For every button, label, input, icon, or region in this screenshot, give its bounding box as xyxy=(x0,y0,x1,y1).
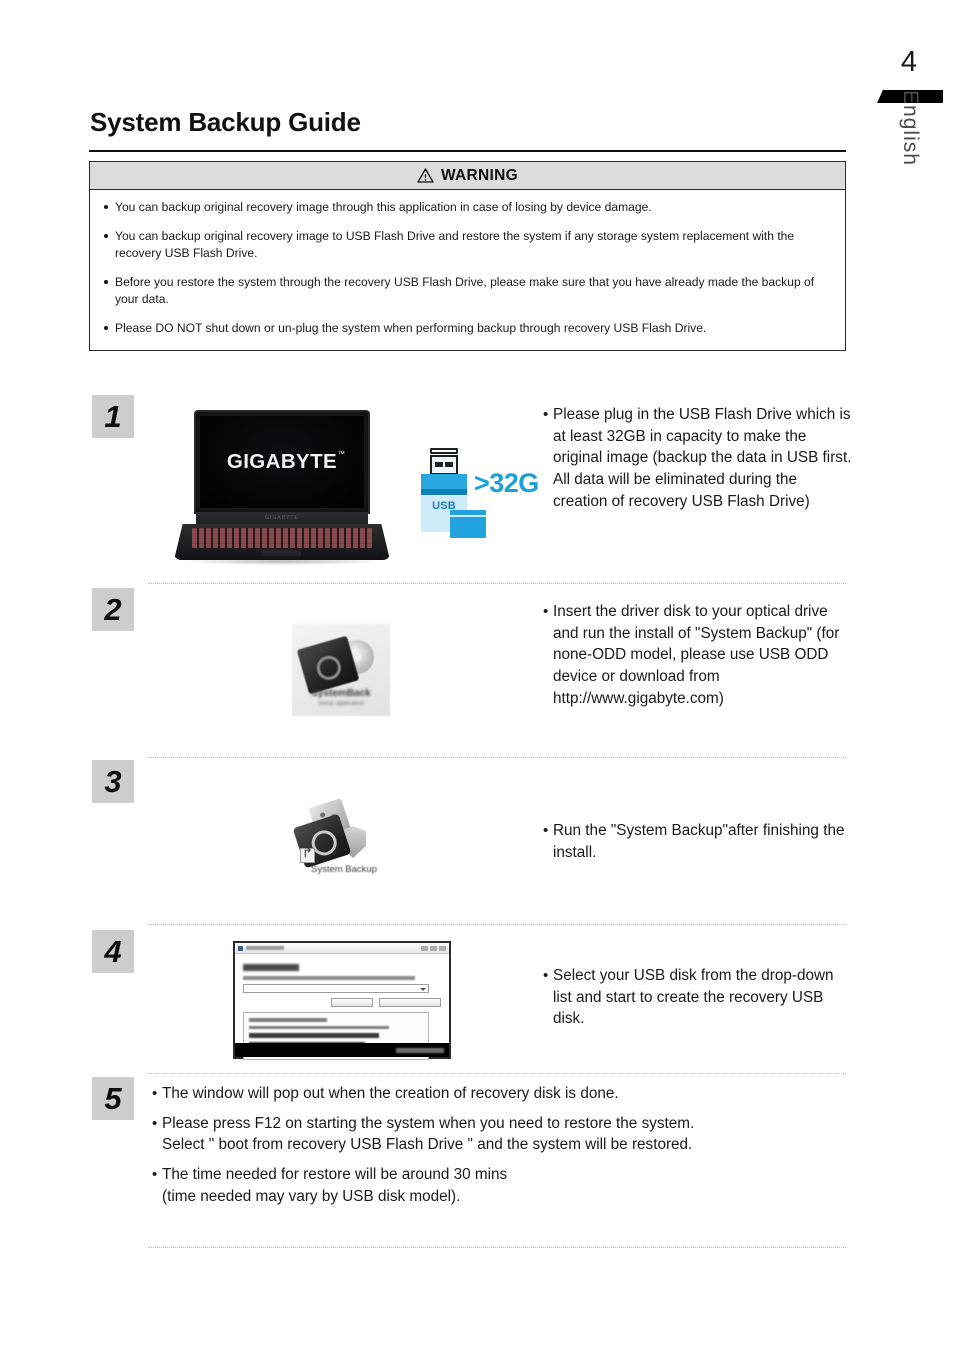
info-line xyxy=(249,1025,389,1029)
usb-connector-icon xyxy=(430,455,458,475)
app-window-titlebar xyxy=(235,943,449,954)
warning-item: You can backup original recovery image t… xyxy=(104,199,831,217)
info-line xyxy=(249,1018,327,1022)
info-line xyxy=(249,1033,379,1038)
page-title: System Backup Guide xyxy=(90,107,361,137)
step-4-bullet-text: Select your USB disk from the drop-down … xyxy=(553,967,834,1028)
bullet-icon: • xyxy=(152,1085,158,1102)
laptop-touchpad xyxy=(261,550,301,556)
usb-secondary-card xyxy=(450,510,486,538)
app-button-row xyxy=(243,998,441,1007)
language-tab-label: English xyxy=(899,90,922,166)
step-2-text: • Insert the driver disk to your optical… xyxy=(543,601,855,710)
app-heading-placeholder xyxy=(243,964,299,971)
bullet-row: • The window will pop out when the creat… xyxy=(152,1083,852,1105)
step-divider xyxy=(148,924,846,925)
step-3-text: • Run the "System Backup"after finishing… xyxy=(543,820,855,863)
laptop-lid: GIGABYTE ™ xyxy=(194,410,370,514)
system-backup-shortcut-icon: System Backup xyxy=(290,798,398,884)
warning-item: You can backup original recovery image t… xyxy=(104,228,831,263)
step-1-text: • Please plug in the USB Flash Drive whi… xyxy=(543,404,855,513)
step-divider xyxy=(148,583,846,584)
step-number-2: 2 xyxy=(92,588,134,631)
bullet-row: • Insert the driver disk to your optical… xyxy=(543,601,855,710)
usb-capacity-label: >32G xyxy=(474,468,539,498)
step-5-bullet-text: The window will pop out when the creatio… xyxy=(162,1085,619,1102)
warning-item-text: Please DO NOT shut down or un-plug the s… xyxy=(115,320,707,335)
bullet-icon: • xyxy=(152,1166,158,1184)
step-divider-bottom xyxy=(148,1247,846,1248)
app-icon xyxy=(238,945,243,951)
warning-header: WARNING xyxy=(90,162,845,190)
window-controls xyxy=(421,945,446,951)
usb-flash-drive-illustration: USB >32G xyxy=(412,448,539,538)
step-5-text: • The window will pop out when the creat… xyxy=(152,1083,852,1208)
warning-item: Please DO NOT shut down or un-plug the s… xyxy=(104,320,831,338)
bullet-row: • Select your USB disk from the drop-dow… xyxy=(543,965,855,1030)
bullet-icon xyxy=(104,320,115,330)
step-3-bullet-text: Run the "System Backup"after finishing t… xyxy=(553,822,845,861)
bullet-row: • Run the "System Backup"after finishing… xyxy=(543,820,855,863)
warning-heading-label: WARNING xyxy=(440,166,518,184)
app-secondary-button[interactable] xyxy=(331,998,373,1007)
warning-item: Before you restore the system through th… xyxy=(104,274,831,309)
laptop-illustration: GIGABYTE ™ GIGABYTE xyxy=(166,404,398,570)
step-1-bullet-text: Please plug in the USB Flash Drive which… xyxy=(553,406,852,510)
laptop-keyboard xyxy=(192,528,372,548)
warning-item-text: Before you restore the system through th… xyxy=(115,274,815,307)
usb-connector-cap xyxy=(430,448,458,454)
bullet-row: • Please plug in the USB Flash Drive whi… xyxy=(543,404,855,513)
app-status-bar xyxy=(235,1043,449,1057)
gigabyte-logo-text: GIGABYTE xyxy=(226,450,338,473)
app-subtext-placeholder xyxy=(243,976,415,980)
title-divider xyxy=(89,150,846,152)
system-backup-app-window-thumbnail xyxy=(233,941,451,1060)
page-marker: 4 English xyxy=(874,46,954,306)
bullet-icon: • xyxy=(543,603,549,620)
warning-box: WARNING You can backup original recovery… xyxy=(89,161,846,352)
usb-collar xyxy=(421,474,467,489)
warning-item-text: You can backup original recovery image t… xyxy=(115,200,652,214)
bullet-icon xyxy=(104,274,115,284)
step-4-text: • Select your USB disk from the drop-dow… xyxy=(543,965,855,1030)
laptop-shadow xyxy=(184,558,380,565)
shortcut-icon-caption: System Backup xyxy=(311,864,377,875)
step-divider xyxy=(148,1073,846,1074)
step-number-1: 1 xyxy=(92,395,134,438)
installer-icon-caption: SystemBack xyxy=(311,688,371,699)
gigabyte-logo: GIGABYTE ™ xyxy=(226,450,345,474)
bullet-icon: • xyxy=(543,406,549,423)
step-2-bullet-text: Insert the driver disk to your optical d… xyxy=(553,603,840,707)
trademark-icon: ™ xyxy=(337,451,346,458)
bullet-row: • Please press F12 on starting the syste… xyxy=(152,1113,852,1156)
app-primary-button[interactable] xyxy=(379,998,441,1007)
warning-body: You can backup original recovery image t… xyxy=(90,190,845,350)
bullet-icon xyxy=(104,228,115,238)
bullet-icon xyxy=(104,199,115,209)
bullet-icon: • xyxy=(543,822,549,839)
step-number-3: 3 xyxy=(92,760,134,803)
app-window-title-text xyxy=(246,946,418,950)
step-5-bullet-text: Please press F12 on starting the system … xyxy=(162,1114,695,1154)
step-number-5: 5 xyxy=(92,1077,134,1120)
step-divider xyxy=(148,757,846,758)
bullet-row: • The time needed for restore will be ar… xyxy=(152,1164,852,1207)
system-backup-installer-icon: SystemBack Setup application xyxy=(292,624,390,716)
usb-disk-dropdown[interactable] xyxy=(243,984,429,993)
page-number: 4 xyxy=(900,46,918,78)
step-5-bullet-text: The time needed for restore will be arou… xyxy=(162,1166,508,1205)
bullet-icon: • xyxy=(152,1114,158,1132)
laptop-screen: GIGABYTE ™ xyxy=(200,416,364,508)
warning-item-text: You can backup original recovery image t… xyxy=(115,228,795,261)
laptop-hinge-label: GIGABYTE xyxy=(265,515,299,521)
warning-triangle-icon xyxy=(417,168,434,183)
bullet-icon: • xyxy=(543,967,549,984)
step-number-4: 4 xyxy=(92,930,134,973)
shortcut-arrow-icon xyxy=(300,845,315,863)
installer-icon-subcaption: Setup application xyxy=(317,701,365,707)
